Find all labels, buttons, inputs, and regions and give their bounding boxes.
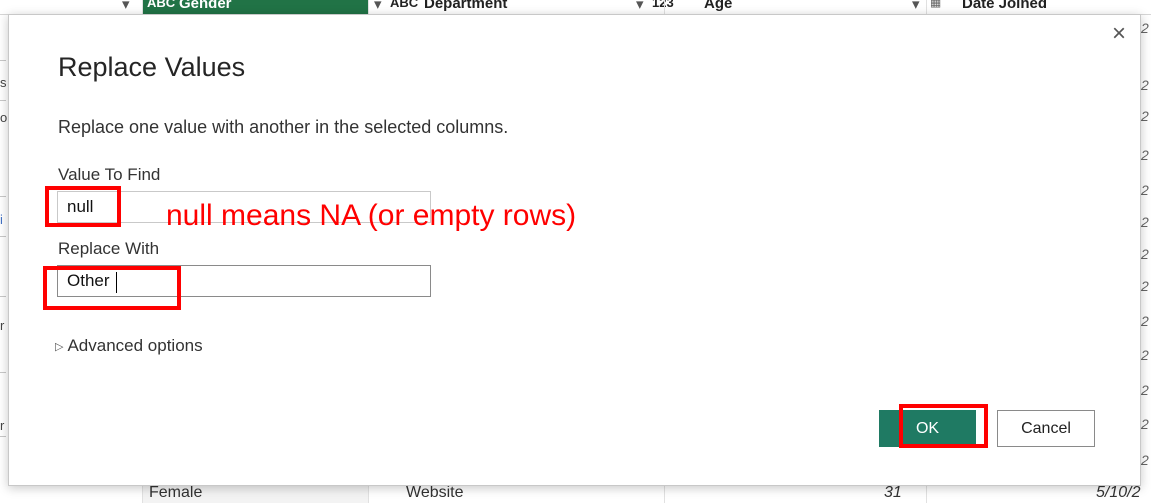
replace-values-dialog: × Replace Values Replace one value with … — [8, 14, 1141, 486]
grid-cell-fragment: 2 — [1141, 278, 1149, 294]
text-caret — [116, 272, 117, 293]
grid-row-line — [0, 436, 6, 437]
column-menu-icon[interactable]: ▾ — [122, 0, 130, 13]
age-cell: 31 — [884, 484, 902, 501]
column-menu-icon[interactable]: ▾ — [374, 0, 382, 13]
grid-cell-fragment: i — [0, 212, 3, 227]
annotation-note: null means NA (or empty rows) — [166, 199, 577, 232]
text-type-icon: ABC — [147, 0, 176, 10]
grid-cell-fragment: 2 — [1141, 416, 1149, 432]
grid-cell-fragment: 2 — [1141, 108, 1149, 124]
grid-cell-fragment: 2 — [1141, 382, 1149, 398]
grid-cell-fragment: 2 — [1141, 452, 1149, 468]
advanced-options-toggle[interactable]: ▷ Advanced options — [55, 336, 203, 356]
column-header-label[interactable]: Age — [704, 0, 732, 12]
ok-button[interactable]: OK — [879, 410, 976, 447]
gender-cell: Female — [149, 484, 203, 501]
column-header-label[interactable]: Department — [424, 0, 507, 12]
replace-with-input[interactable] — [57, 265, 431, 297]
replace-with-label: Replace With — [58, 239, 160, 258]
grid-row-line — [0, 196, 6, 197]
dialog-title: Replace Values — [58, 52, 246, 82]
grid-row-line — [0, 60, 6, 61]
grid-cell-fragment: o — [0, 110, 8, 125]
number-type-icon: 123 — [652, 0, 674, 10]
column-header-label[interactable]: Date Joined — [962, 0, 1047, 12]
value-to-find-label: Value To Find — [58, 165, 161, 184]
grid-row-line — [0, 296, 6, 297]
grid-cell-fragment: s — [0, 75, 7, 90]
grid-cell-fragment: 2 — [1141, 246, 1149, 262]
close-icon[interactable]: × — [1108, 22, 1130, 46]
grid-header-row: ▾ ABC Gender ▾ ABC Department ▾ 123 Age … — [0, 0, 1151, 15]
column-header-label: Gender — [179, 0, 232, 12]
grid-cell-fragment: r — [0, 318, 5, 333]
expand-triangle-icon: ▷ — [55, 341, 64, 353]
department-cell: Website — [406, 484, 464, 501]
column-header-gender[interactable]: ABC Gender — [143, 0, 368, 14]
column-menu-icon[interactable]: ▾ — [912, 0, 920, 13]
grid-cell-fragment: 2 — [1141, 182, 1149, 198]
grid-cell-fragment: 2 — [1141, 313, 1149, 329]
calendar-type-icon: ▦ — [930, 0, 942, 9]
grid-cell-fragment: r — [0, 418, 5, 433]
cancel-button[interactable]: Cancel — [997, 410, 1095, 447]
grid-cell-fragment: 2 — [1141, 77, 1149, 93]
grid-cell-fragment: 2 — [1141, 214, 1149, 230]
grid-row-line — [0, 236, 6, 237]
grid-cell-fragment: 2 — [1141, 347, 1149, 363]
dialog-description: Replace one value with another in the se… — [58, 117, 509, 137]
grid-row-line — [0, 372, 6, 373]
advanced-options-label: Advanced options — [67, 336, 203, 355]
date-joined-cell: 5/10/2 — [1096, 484, 1141, 501]
table-row[interactable]: Female Website 31 5/10/2 — [0, 484, 1151, 503]
text-type-icon: ABC — [390, 0, 419, 10]
grid-row-line — [0, 100, 6, 101]
column-menu-icon[interactable]: ▾ — [636, 0, 644, 13]
grid-cell-fragment: 2 — [1141, 20, 1149, 36]
grid-cell-fragment: 2 — [1141, 147, 1149, 163]
